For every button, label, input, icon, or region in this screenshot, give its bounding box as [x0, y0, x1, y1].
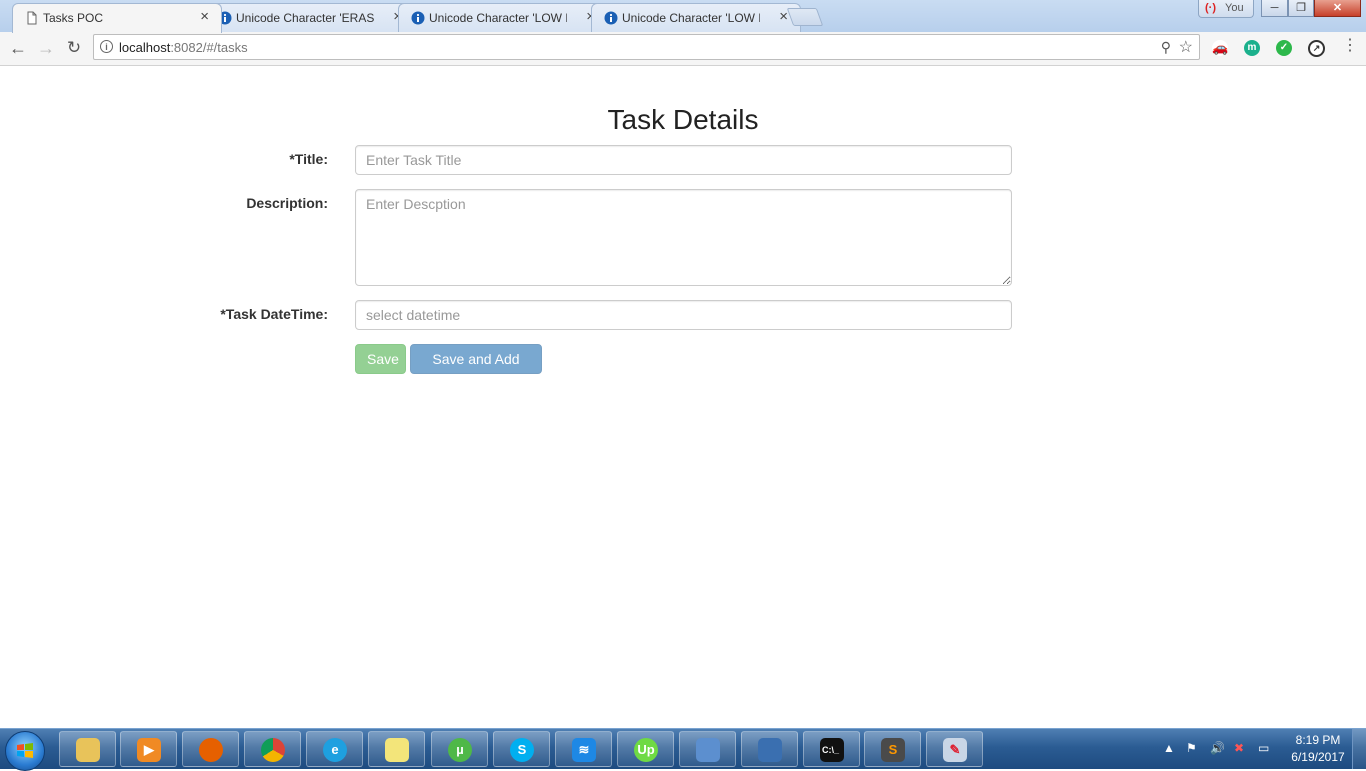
paint-icon: ✎	[943, 738, 967, 762]
extension-m-icon[interactable]: m	[1244, 40, 1260, 56]
chrome-icon	[261, 738, 285, 762]
save-button[interactable]: Save	[355, 344, 406, 374]
tab-title: Unicode Character 'ERASE TO THE LEFT'	[236, 11, 374, 25]
tab-title: Unicode Character 'LOW LINE'	[622, 11, 760, 25]
internet-explorer-icon: e	[323, 738, 347, 762]
extension-red-car-icon[interactable]: 🚗	[1212, 40, 1228, 56]
task-datetime-input[interactable]	[355, 300, 1012, 330]
taskbar-command-prompt[interactable]: C:\_	[803, 731, 860, 767]
upwork-icon: Up	[634, 738, 658, 762]
show-desktop-button[interactable]	[1352, 729, 1366, 769]
maximize-button[interactable]: ❐	[1288, 0, 1314, 17]
network-icon[interactable]: ▭	[1258, 741, 1269, 755]
start-button[interactable]	[5, 731, 45, 771]
sticky-notes-icon	[385, 738, 409, 762]
clock-time[interactable]: 8:19 PM	[1288, 733, 1348, 747]
taskbar-skype[interactable]: S	[493, 731, 550, 767]
site-info-icon[interactable]: i	[100, 40, 113, 53]
browser-menu-icon[interactable]: ⋮	[1342, 38, 1358, 54]
tab-unicode-low-line-1[interactable]: Unicode Character 'LOW LINE' ×	[398, 3, 608, 32]
taskbar-upwork[interactable]: Up	[617, 731, 674, 767]
info-icon	[604, 11, 618, 25]
taskbar-chrome[interactable]	[244, 731, 301, 767]
taskbar-file-explorer[interactable]	[59, 731, 116, 767]
page-title: Task Details	[607, 104, 759, 135]
control-panel-icon	[696, 738, 720, 762]
wifi-icon: ≋	[572, 738, 596, 762]
save-and-add-new-button[interactable]: Save and Add New	[410, 344, 542, 395]
tab-title: Unicode Character 'LOW LINE'	[429, 11, 567, 25]
taskbar-media-player[interactable]: ▶	[120, 731, 177, 767]
taskbar-control-panel[interactable]	[679, 731, 736, 767]
info-icon	[411, 11, 425, 25]
folder-icon	[76, 738, 100, 762]
remote-desktop-icon	[758, 738, 782, 762]
taskbar-firefox[interactable]	[182, 731, 239, 767]
tab-title: Tasks POC	[43, 11, 104, 25]
profile-icon: (·)	[1205, 2, 1216, 14]
address-bar[interactable]: i localhost:8082/#/tasks ⚲ ☆	[93, 34, 1200, 60]
zoom-icon[interactable]: ⚲	[1161, 39, 1171, 56]
show-hidden-icons-chevron-icon[interactable]: ▲	[1163, 741, 1175, 755]
volume-icon[interactable]: 🔊	[1210, 741, 1225, 755]
browser-tab-strip: Tasks POC × Unicode Character 'ERASE TO …	[0, 0, 1366, 33]
profile-button[interactable]: (·) You	[1198, 0, 1254, 18]
media-player-icon: ▶	[137, 738, 161, 762]
url-text: localhost:8082/#/tasks	[119, 40, 248, 55]
taskbar-sublime-text[interactable]: S	[864, 731, 921, 767]
taskbar-utorrent[interactable]: µ	[431, 731, 488, 767]
extension-speedometer-icon[interactable]: ↗	[1308, 40, 1325, 57]
back-arrow-icon[interactable]: ←	[7, 37, 29, 59]
extension-check-icon[interactable]: ✓	[1276, 40, 1292, 56]
skype-icon: S	[510, 738, 534, 762]
action-center-flag-icon[interactable]: ⚑	[1186, 741, 1197, 755]
tab-tasks-poc[interactable]: Tasks POC ×	[12, 3, 222, 33]
tab-unicode-erase[interactable]: Unicode Character 'ERASE TO THE LEFT' ×	[205, 3, 415, 32]
tab-close-icon[interactable]: ×	[200, 8, 209, 25]
taskbar-paint[interactable]: ✎	[926, 731, 983, 767]
command-prompt-icon: C:\_	[820, 738, 844, 762]
clock-date[interactable]: 6/19/2017	[1284, 750, 1352, 764]
profile-label: You	[1225, 2, 1244, 14]
task-datetime-label: *Task DateTime:	[220, 306, 328, 322]
tab-unicode-low-line-2[interactable]: Unicode Character 'LOW LINE' ×	[591, 3, 801, 32]
firefox-icon	[199, 738, 223, 762]
sublime-text-icon: S	[881, 738, 905, 762]
windows-taskbar: ▶ e µ S ≋ Up C:\_ S ✎ ▲ ⚑ 🔊 ✖ ▭	[0, 728, 1366, 771]
title-label: *Title:	[289, 151, 328, 167]
minimize-button[interactable]: ─	[1261, 0, 1288, 17]
network-disconnected-icon[interactable]: ✖	[1234, 741, 1244, 755]
taskbar-wifi-manager[interactable]: ≋	[555, 731, 612, 767]
close-window-button[interactable]: ✕	[1314, 0, 1361, 17]
description-label: Description:	[246, 195, 328, 211]
description-textarea[interactable]	[355, 189, 1012, 286]
reload-icon[interactable]: ↻	[63, 37, 85, 59]
forward-arrow-icon[interactable]: →	[35, 37, 57, 59]
document-icon	[27, 11, 37, 25]
bookmark-star-icon[interactable]: ☆	[1179, 37, 1193, 57]
taskbar-sticky-notes[interactable]	[368, 731, 425, 767]
windows-flag-icon	[17, 743, 33, 758]
taskbar-remote-desktop[interactable]	[741, 731, 798, 767]
taskbar-internet-explorer[interactable]: e	[306, 731, 363, 767]
utorrent-icon: µ	[448, 738, 472, 762]
task-title-input[interactable]	[355, 145, 1012, 175]
browser-toolbar: ← → ↻ i localhost:8082/#/tasks ⚲ ☆ 🚗 m ✓…	[0, 32, 1366, 66]
new-tab-button[interactable]	[786, 8, 824, 26]
